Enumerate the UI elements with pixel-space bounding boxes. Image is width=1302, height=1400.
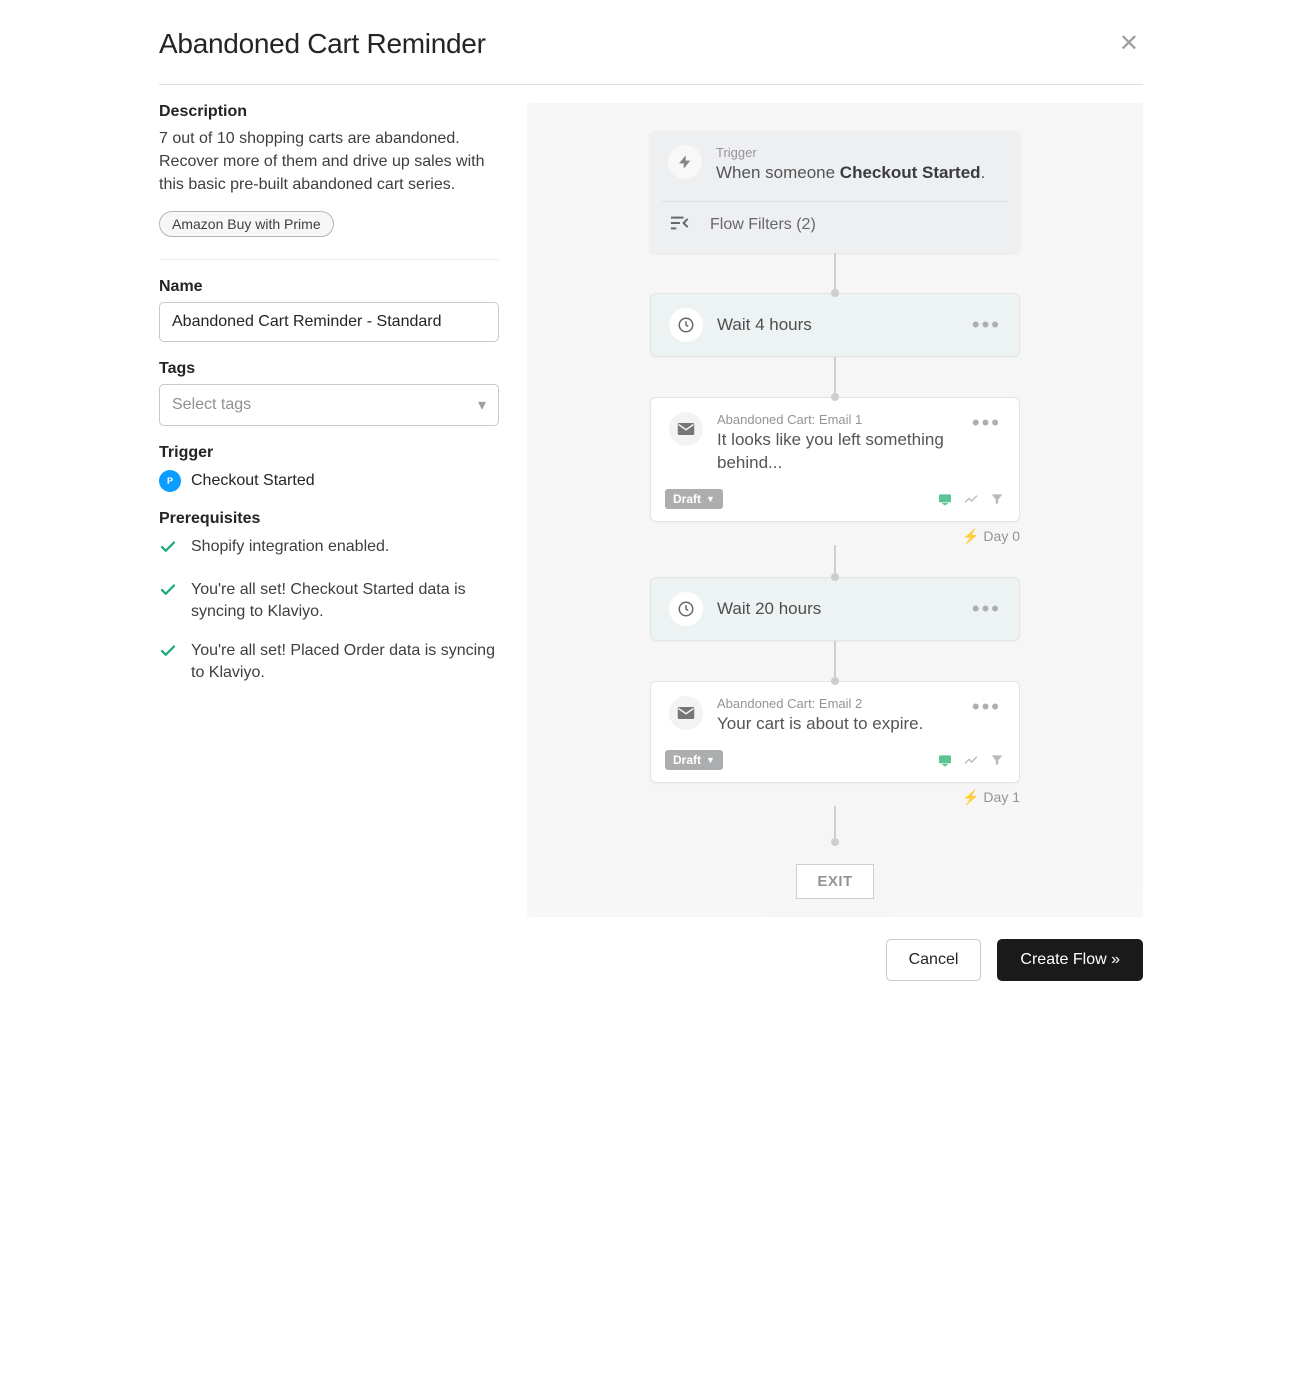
split-icon[interactable] bbox=[963, 752, 979, 768]
email-card[interactable]: Abandoned Cart: Email 1 It looks like yo… bbox=[650, 397, 1020, 522]
email-card-label: Abandoned Cart: Email 2 bbox=[717, 696, 958, 711]
wait-text: Wait 4 hours bbox=[717, 315, 812, 335]
email-subject: Your cart is about to expire. bbox=[717, 713, 958, 736]
mail-icon bbox=[669, 696, 703, 730]
flow-connector bbox=[834, 641, 836, 681]
email-card-label: Abandoned Cart: Email 1 bbox=[717, 412, 958, 427]
trigger-card[interactable]: Trigger When someone Checkout Started. F… bbox=[650, 131, 1020, 253]
flow-connector bbox=[834, 545, 836, 577]
email-card[interactable]: Abandoned Cart: Email 2 Your cart is abo… bbox=[650, 681, 1020, 783]
cancel-button[interactable]: Cancel bbox=[886, 939, 982, 981]
trigger-value: Checkout Started bbox=[191, 472, 315, 490]
filter-icon bbox=[668, 214, 690, 237]
prerequisite-item: You're all set! Placed Order data is syn… bbox=[159, 640, 499, 685]
check-icon bbox=[159, 642, 179, 667]
flow-form-panel: Description 7 out of 10 shopping carts a… bbox=[159, 103, 499, 917]
modal-footer: Cancel Create Flow » bbox=[159, 917, 1143, 991]
wait-card[interactable]: Wait 20 hours ••• bbox=[650, 577, 1020, 641]
clock-icon bbox=[669, 308, 703, 342]
more-icon[interactable]: ••• bbox=[972, 696, 1001, 718]
preview-icon[interactable] bbox=[937, 752, 953, 768]
mail-icon bbox=[669, 412, 703, 446]
tags-label: Tags bbox=[159, 360, 499, 378]
day-indicator: ⚡ Day 1 bbox=[650, 789, 1020, 806]
prerequisite-item: You're all set! Checkout Started data is… bbox=[159, 579, 499, 624]
check-icon bbox=[159, 538, 179, 563]
trigger-card-text: When someone Checkout Started. bbox=[716, 162, 1002, 185]
day-indicator: ⚡ Day 0 bbox=[650, 528, 1020, 545]
prime-logo-icon: P bbox=[159, 470, 181, 492]
wait-text: Wait 20 hours bbox=[717, 599, 821, 619]
preview-icon[interactable] bbox=[937, 491, 953, 507]
flow-connector bbox=[834, 253, 836, 293]
create-flow-button[interactable]: Create Flow » bbox=[997, 939, 1143, 981]
more-icon[interactable]: ••• bbox=[972, 412, 1001, 434]
description-text: 7 out of 10 shopping carts are abandoned… bbox=[159, 127, 499, 197]
tags-select[interactable]: Select tags ▾ bbox=[159, 384, 499, 426]
create-flow-modal: Abandoned Cart Reminder ✕ Description 7 … bbox=[131, 0, 1171, 1001]
prerequisites-label: Prerequisites bbox=[159, 510, 499, 528]
clock-icon bbox=[669, 592, 703, 626]
modal-title: Abandoned Cart Reminder bbox=[159, 28, 486, 60]
wait-card[interactable]: Wait 4 hours ••• bbox=[650, 293, 1020, 357]
trigger-card-label: Trigger bbox=[716, 145, 1002, 160]
email-subject: It looks like you left something behind.… bbox=[717, 429, 958, 475]
bolt-icon bbox=[668, 145, 702, 179]
split-icon[interactable] bbox=[963, 491, 979, 507]
flow-filters-label[interactable]: Flow Filters (2) bbox=[710, 216, 816, 234]
exit-node: EXIT bbox=[796, 864, 873, 899]
more-icon[interactable]: ••• bbox=[972, 598, 1001, 620]
integration-badge: Amazon Buy with Prime bbox=[159, 211, 334, 237]
tags-placeholder: Select tags bbox=[172, 396, 251, 414]
divider bbox=[159, 259, 499, 260]
name-input[interactable] bbox=[159, 302, 499, 342]
trigger-label: Trigger bbox=[159, 444, 499, 462]
more-icon[interactable]: ••• bbox=[972, 314, 1001, 336]
prerequisite-item: Shopify integration enabled. bbox=[159, 536, 499, 563]
funnel-icon[interactable] bbox=[989, 491, 1005, 507]
status-chip[interactable]: Draft ▼ bbox=[665, 489, 723, 509]
description-label: Description bbox=[159, 103, 499, 121]
flow-connector bbox=[834, 806, 836, 838]
check-icon bbox=[159, 581, 179, 606]
caret-down-icon: ▾ bbox=[478, 395, 486, 415]
status-chip[interactable]: Draft ▼ bbox=[665, 750, 723, 770]
flow-connector bbox=[834, 357, 836, 397]
funnel-icon[interactable] bbox=[989, 752, 1005, 768]
flow-preview-panel: Trigger When someone Checkout Started. F… bbox=[527, 103, 1143, 917]
close-icon[interactable]: ✕ bbox=[1115, 28, 1143, 60]
name-label: Name bbox=[159, 278, 499, 296]
